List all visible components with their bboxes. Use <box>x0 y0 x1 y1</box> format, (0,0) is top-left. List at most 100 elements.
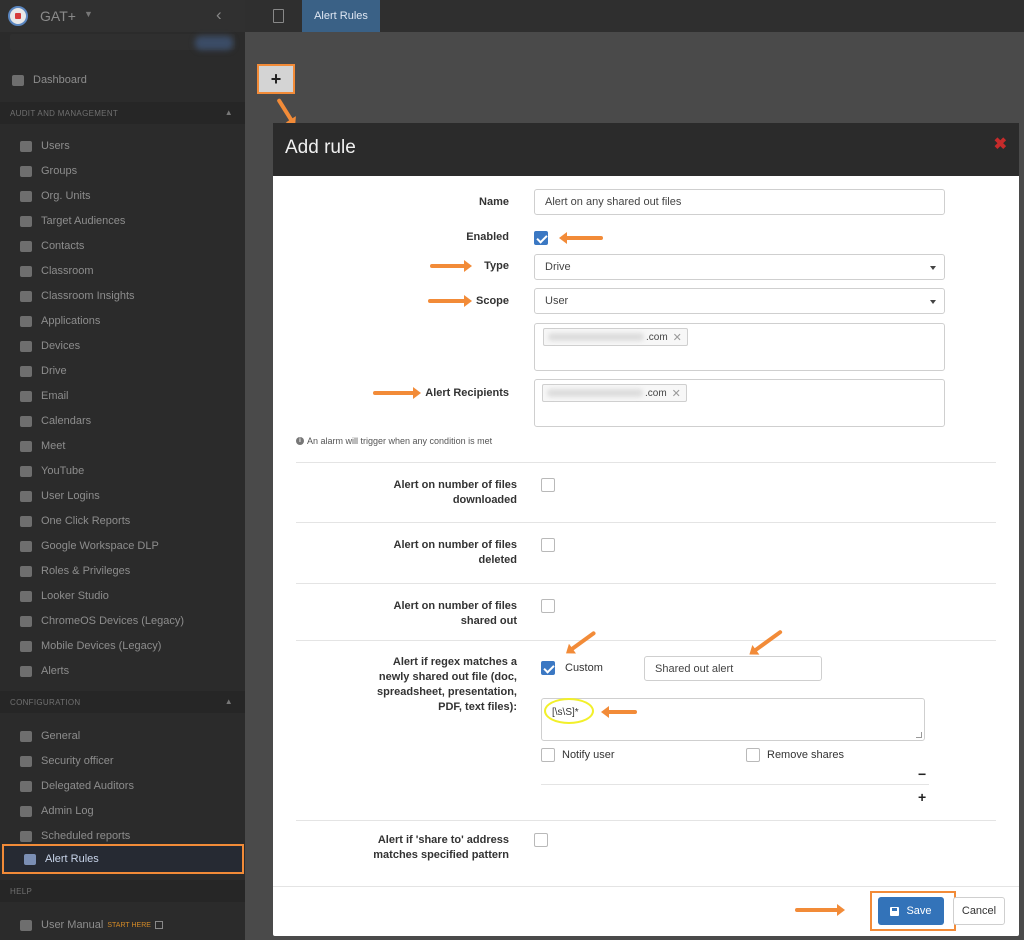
sidebar-item-user-logins[interactable]: User Logins <box>0 486 245 506</box>
mobile-icon <box>20 640 32 652</box>
sidebar-item-classroom-insights[interactable]: Classroom Insights <box>0 286 245 306</box>
condition-shared-out-checkbox[interactable] <box>541 599 555 613</box>
alert-name-input[interactable]: Shared out alert <box>644 656 822 681</box>
section-audit[interactable]: AUDIT AND MANAGEMENT ▲ <box>0 102 245 124</box>
laptop-icon <box>20 615 32 627</box>
sidebar-item-youtube[interactable]: YouTube <box>0 461 245 481</box>
type-label: Type <box>484 260 509 272</box>
graduation-cap-icon <box>20 265 32 277</box>
sidebar-item-classroom[interactable]: Classroom <box>0 261 245 281</box>
sidebar-item-meet[interactable]: Meet <box>0 436 245 456</box>
save-button[interactable]: Save <box>878 897 944 925</box>
sidebar-item-alert-rules[interactable]: Alert Rules <box>2 844 244 874</box>
remove-tag-icon[interactable]: ✕ <box>673 331 682 344</box>
collapse-icon[interactable]: ▲ <box>225 697 233 706</box>
chevron-left-icon[interactable]: ‹ <box>216 5 222 25</box>
recipient-tag[interactable]: .com ✕ <box>542 384 687 402</box>
sidebar-item-target-audiences[interactable]: Target Audiences <box>0 211 245 231</box>
user-icon <box>20 140 32 152</box>
alert-recipients-label: Alert Recipients <box>425 387 509 399</box>
sidebar-item-mobile-devices[interactable]: Mobile Devices (Legacy) <box>0 636 245 656</box>
contacts-icon <box>20 240 32 252</box>
condition-share-to-label: Alert if 'share to' address matches spec… <box>373 834 509 861</box>
sidebar-item-security-officer[interactable]: Security officer <box>0 751 245 771</box>
sidebar-item-scheduled-reports[interactable]: Scheduled reports <box>0 826 245 846</box>
cogs-icon <box>20 730 32 742</box>
sidebar-item-roles[interactable]: Roles & Privileges <box>0 561 245 581</box>
remove-condition-button[interactable]: − <box>918 766 926 782</box>
scope-select[interactable]: User <box>534 288 945 314</box>
sidebar-item-contacts[interactable]: Contacts <box>0 236 245 256</box>
sidebar-item-email[interactable]: Email <box>0 386 245 406</box>
add-rule-modal: Add rule ✖ Name Alert on any shared out … <box>273 123 1019 936</box>
cancel-button[interactable]: Cancel <box>953 897 1005 925</box>
condition-shared-out-label: Alert on number of files shared out <box>393 600 517 627</box>
custom-checkbox[interactable] <box>541 661 555 675</box>
enabled-checkbox[interactable] <box>534 231 548 245</box>
chevron-down-icon <box>930 266 936 270</box>
sitemap-icon <box>20 190 32 202</box>
remove-shares-checkbox[interactable] <box>746 748 760 762</box>
app-name[interactable]: GAT+ <box>40 8 76 24</box>
sidebar-item-delegated-auditors[interactable]: Delegated Auditors <box>0 776 245 796</box>
add-rule-button[interactable]: + <box>257 64 295 94</box>
section-configuration[interactable]: CONFIGURATION ▲ <box>0 691 245 713</box>
envelope-icon <box>20 390 32 402</box>
resize-handle[interactable] <box>916 732 922 738</box>
notify-user-label: Notify user <box>562 749 615 761</box>
name-input[interactable]: Alert on any shared out files <box>534 189 945 215</box>
collapse-icon[interactable]: ▲ <box>225 108 233 117</box>
highlight-ring <box>544 698 594 724</box>
condition-deleted-label: Alert on number of files deleted <box>393 539 517 566</box>
sidebar-item-workspace-dlp[interactable]: Google Workspace DLP <box>0 536 245 556</box>
sidebar-item-looker-studio[interactable]: Looker Studio <box>0 586 245 606</box>
notify-user-checkbox[interactable] <box>541 748 555 762</box>
sitemap-icon <box>20 215 32 227</box>
redacted-avatar <box>195 36 233 50</box>
type-select[interactable]: Drive <box>534 254 945 280</box>
sidebar-item-org-units[interactable]: Org. Units <box>0 186 245 206</box>
remove-tag-icon[interactable]: ✕ <box>672 387 681 400</box>
chart-icon <box>20 590 32 602</box>
chevron-down-icon[interactable]: ▼ <box>84 9 93 19</box>
floppy-disk-icon <box>890 906 900 916</box>
device-icon <box>20 340 32 352</box>
modal-footer-divider <box>273 886 1019 887</box>
condition-regex-label: Alert if regex matches a newly shared ou… <box>377 656 517 713</box>
sidebar-item-alerts[interactable]: Alerts <box>0 661 245 681</box>
sidebar-item-users[interactable]: Users <box>0 136 245 156</box>
annotation-arrow <box>569 630 597 652</box>
condition-deleted-checkbox[interactable] <box>541 538 555 552</box>
chevron-down-icon <box>930 300 936 304</box>
grid-icon <box>20 315 32 327</box>
sidebar-item-devices[interactable]: Devices <box>0 336 245 356</box>
sidebar-item-general[interactable]: General <box>0 726 245 746</box>
sidebar-item-calendars[interactable]: Calendars <box>0 411 245 431</box>
video-icon <box>20 440 32 452</box>
document-icon[interactable] <box>273 9 284 23</box>
sidebar-item-groups[interactable]: Groups <box>0 161 245 181</box>
annotation-arrow <box>559 232 603 244</box>
redacted-email <box>547 389 643 397</box>
condition-share-to-checkbox[interactable] <box>534 833 548 847</box>
enabled-label: Enabled <box>466 231 509 243</box>
add-condition-button[interactable]: + <box>918 789 926 805</box>
scope-user-tag[interactable]: .com ✕ <box>543 328 688 346</box>
sidebar-item-user-manual[interactable]: User Manual START HERE <box>0 915 245 935</box>
sidebar-item-admin-log[interactable]: Admin Log <box>0 801 245 821</box>
annotation-arrow <box>601 706 637 718</box>
tab-alert-rules[interactable]: Alert Rules <box>302 0 380 32</box>
section-help[interactable]: HELP <box>0 880 245 902</box>
condition-downloaded-checkbox[interactable] <box>541 478 555 492</box>
close-icon[interactable]: ✖ <box>994 134 1007 154</box>
condition-downloaded-label: Alert on number of files downloaded <box>393 479 517 506</box>
regex-pattern-textarea[interactable]: [\s\S]* <box>541 698 925 741</box>
sidebar-item-drive[interactable]: Drive <box>0 361 245 381</box>
divider <box>296 462 996 463</box>
sidebar-item-dashboard[interactable]: Dashboard <box>0 70 245 90</box>
users-icon <box>20 780 32 792</box>
sidebar-item-chromeos-devices[interactable]: ChromeOS Devices (Legacy) <box>0 611 245 631</box>
divider <box>296 522 996 523</box>
sidebar-item-applications[interactable]: Applications <box>0 311 245 331</box>
sidebar-item-one-click-reports[interactable]: One Click Reports <box>0 511 245 531</box>
